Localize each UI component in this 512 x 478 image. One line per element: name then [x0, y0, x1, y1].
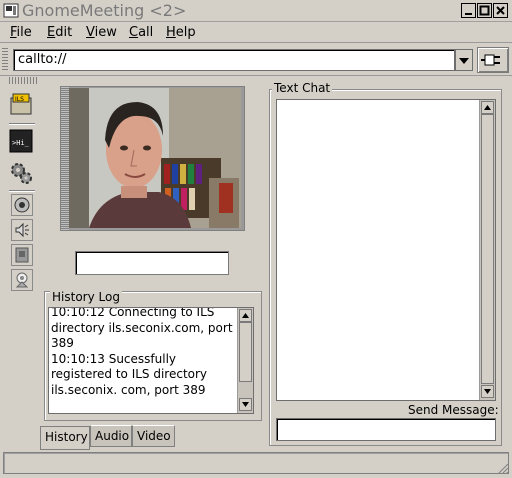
tab-history[interactable]: History: [40, 426, 90, 450]
svg-text:ILS: ILS: [15, 96, 24, 103]
maximize-icon: [479, 5, 490, 16]
history-line: 10:10:12 Connecting to ILS directory ils…: [51, 307, 233, 350]
svg-text:>Hi_: >Hi_: [12, 139, 30, 147]
minimize-icon: [465, 13, 472, 15]
close-icon: [496, 6, 505, 15]
triangle-down-icon: [484, 389, 491, 394]
tab-audio[interactable]: Audio: [90, 425, 132, 447]
webcam-image: [69, 88, 241, 228]
toolbar-separator: [9, 190, 35, 192]
scroll-up-button[interactable]: [239, 309, 252, 322]
send-message-input[interactable]: [276, 418, 496, 441]
video-preview-icon: [14, 197, 30, 213]
history-scrollbar[interactable]: [237, 308, 253, 413]
toolbar-separator: [9, 123, 35, 125]
audio-volume-button[interactable]: [11, 219, 33, 241]
url-toolbar: callto://: [0, 44, 512, 76]
scrollbar-thumb[interactable]: [481, 114, 494, 384]
history-log[interactable]: 10:10:12 Connecting to ILS directory ils…: [48, 307, 254, 414]
resize-grip-icon[interactable]: [495, 462, 509, 474]
speaker-volume-icon: [15, 222, 29, 238]
scroll-down-button[interactable]: [481, 385, 494, 398]
toolbar-grip[interactable]: [2, 48, 8, 72]
triangle-up-icon: [242, 313, 249, 318]
hold-icon: [15, 247, 29, 263]
camera-button[interactable]: [11, 269, 33, 291]
menu-edit[interactable]: Edit: [47, 25, 72, 40]
maximize-button[interactable]: [477, 3, 492, 18]
triangle-down-icon: [242, 402, 249, 407]
settings-gears-icon: [11, 163, 32, 184]
menu-call-label: all: [138, 25, 154, 40]
menu-edit-mnemonic: E: [47, 25, 56, 40]
title-bar[interactable]: GnomeMeeting <2>: [0, 0, 512, 22]
url-history-dropdown[interactable]: [455, 49, 473, 71]
window-title: GnomeMeeting <2>: [22, 1, 187, 20]
url-input[interactable]: callto://: [13, 49, 455, 71]
scroll-up-button[interactable]: [481, 101, 494, 114]
text-chat-button[interactable]: >Hi_: [7, 127, 35, 155]
menu-bar: File Edit View Call Help: [0, 22, 512, 43]
history-line: 10:10:13 Sucessfully registered to ILS d…: [51, 351, 208, 397]
toolbar-grip[interactable]: [9, 77, 37, 84]
status-bar: [3, 452, 509, 474]
video-preview-button[interactable]: [11, 194, 33, 216]
text-chat-area[interactable]: [276, 99, 496, 401]
menu-view-label: iew: [94, 25, 117, 40]
ils-directory-icon: ILS: [10, 93, 32, 115]
triangle-up-icon: [484, 105, 491, 110]
menu-help-label: elp: [175, 25, 196, 40]
menu-edit-label: dit: [55, 25, 73, 40]
plug-icon: [481, 54, 500, 66]
text-chat-legend: Text Chat: [272, 81, 333, 95]
vertical-toolbar: ILS >Hi_: [3, 77, 37, 451]
menu-file-label: ile: [16, 25, 32, 40]
hold-call-button[interactable]: [11, 244, 33, 266]
ils-directory-button[interactable]: ILS: [7, 90, 35, 118]
status-entry[interactable]: [75, 251, 229, 275]
menu-call-mnemonic: C: [129, 25, 139, 40]
send-message-label: Send Message:: [408, 403, 499, 417]
minimize-button[interactable]: [461, 3, 476, 18]
connect-button[interactable]: [477, 47, 509, 73]
menu-call[interactable]: Call: [129, 25, 153, 40]
menu-help-mnemonic: H: [166, 25, 176, 40]
settings-button[interactable]: [7, 159, 35, 187]
history-log-text: 10:10:12 Connecting to ILS directory ils…: [51, 307, 235, 398]
menu-file[interactable]: File: [10, 25, 32, 40]
chat-scrollbar[interactable]: [479, 100, 495, 400]
triangle-down-icon: [459, 58, 469, 64]
scrollbar-thumb[interactable]: [239, 322, 252, 382]
menu-view-mnemonic: V: [86, 25, 95, 40]
menu-help[interactable]: Help: [166, 25, 196, 40]
text-chat-icon: >Hi_: [9, 129, 33, 153]
camera-icon: [15, 272, 29, 288]
menu-view[interactable]: View: [86, 25, 117, 40]
tab-video[interactable]: Video: [132, 425, 175, 447]
video-image: [69, 88, 241, 228]
close-button[interactable]: [493, 3, 508, 18]
history-log-legend: History Log: [50, 290, 122, 304]
gnomemeeting-app-icon[interactable]: [3, 3, 19, 18]
video-frame-edge: [61, 87, 69, 230]
scroll-down-button[interactable]: [239, 398, 252, 411]
